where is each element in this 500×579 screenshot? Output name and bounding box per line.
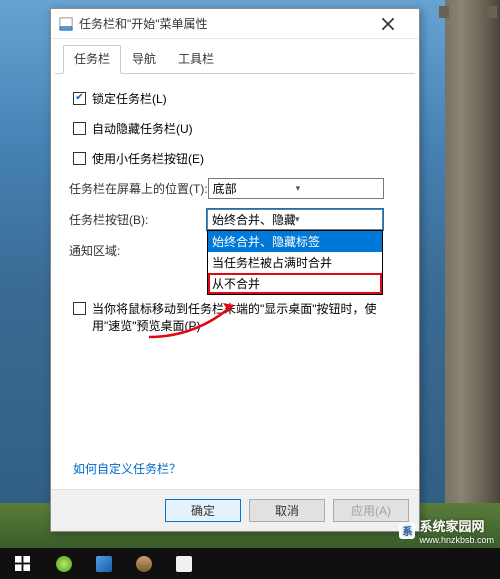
app-icon: [136, 556, 152, 572]
windows-logo-icon: [15, 556, 30, 571]
chevron-down-icon: ▾: [295, 214, 378, 225]
taskbar-buttons-dropdown: 始终合并、隐藏标签 当任务栏被占满时合并 从不合并: [207, 230, 383, 295]
customize-taskbar-link[interactable]: 如何自定义任务栏？: [73, 462, 181, 476]
checkbox-label: 自动隐藏任务栏(U): [92, 120, 193, 137]
taskbar-position-select[interactable]: 底部 ▾: [208, 178, 384, 199]
checkbox-box: [73, 152, 86, 165]
tab-taskbar[interactable]: 任务栏: [63, 45, 121, 74]
small-buttons-checkbox[interactable]: 使用小任务栏按钮(E): [73, 150, 204, 167]
dialog-button-row: 确定 取消 应用(A): [51, 489, 419, 531]
tab-content: ✔ 锁定任务栏(L) 自动隐藏任务栏(U) 使用小任务栏按钮(E) 任务栏在屏幕…: [51, 74, 419, 489]
tab-navigation[interactable]: 导航: [121, 45, 167, 73]
app-icon: [176, 556, 192, 572]
watermark-url: www.hnzkbsb.com: [419, 535, 494, 545]
checkbox-box: ✔: [73, 92, 86, 105]
lock-taskbar-checkbox[interactable]: ✔ 锁定任务栏(L): [73, 90, 167, 107]
tab-strip: 任务栏 导航 工具栏: [55, 39, 415, 74]
checkbox-label: 使用小任务栏按钮(E): [92, 150, 204, 167]
wallpaper-tower: [445, 0, 500, 548]
watermark: 系 系统家园网 www.hnzkbsb.com: [399, 516, 494, 545]
watermark-text: 系统家园网 www.hnzkbsb.com: [419, 516, 494, 545]
start-button[interactable]: [0, 548, 44, 579]
checkbox-box: [73, 302, 86, 315]
taskbar-app-2[interactable]: [84, 548, 124, 579]
notification-area-label: 通知区域:: [69, 242, 207, 259]
checkbox-box: [73, 122, 86, 135]
taskbar-properties-dialog: 任务栏和"开始"菜单属性 任务栏 导航 工具栏 ✔ 锁定任务栏(L) 自动隐藏任…: [50, 8, 420, 532]
cancel-button[interactable]: 取消: [249, 499, 325, 522]
titlebar[interactable]: 任务栏和"开始"菜单属性: [51, 9, 419, 39]
title-icon: [59, 17, 73, 31]
tab-toolbars[interactable]: 工具栏: [167, 45, 225, 73]
app-icon: [96, 556, 112, 572]
checkbox-label: 当你将鼠标移动到任务栏末端的"显示桌面"按钮时，使用"速览"预览桌面(P): [92, 300, 392, 334]
select-value: 始终合并、隐藏标签: [212, 211, 295, 228]
checkbox-label: 锁定任务栏(L): [92, 90, 167, 107]
autohide-taskbar-checkbox[interactable]: 自动隐藏任务栏(U): [73, 120, 193, 137]
dropdown-option-combine-when-full[interactable]: 当任务栏被占满时合并: [208, 252, 382, 273]
dropdown-option-always-combine[interactable]: 始终合并、隐藏标签: [208, 231, 382, 252]
taskbar-app-3[interactable]: [124, 548, 164, 579]
select-value: 底部: [213, 180, 296, 197]
taskbar-buttons-select[interactable]: 始终合并、隐藏标签 ▾ 始终合并、隐藏标签 当任务栏被占满时合并 从不合并: [207, 209, 383, 230]
watermark-brand: 系统家园网: [419, 516, 494, 535]
dropdown-option-never-combine[interactable]: 从不合并: [208, 273, 382, 294]
taskbar-app-4[interactable]: [164, 548, 204, 579]
apply-button: 应用(A): [333, 499, 409, 522]
desktop-background: 任务栏和"开始"菜单属性 任务栏 导航 工具栏 ✔ 锁定任务栏(L) 自动隐藏任…: [0, 0, 500, 579]
watermark-logo: 系: [399, 523, 415, 539]
close-icon: [381, 17, 395, 31]
close-button[interactable]: [371, 10, 411, 38]
chevron-down-icon: ▾: [296, 183, 379, 194]
taskbar-buttons-label: 任务栏按钮(B):: [69, 211, 207, 228]
taskbar-app-1[interactable]: [44, 548, 84, 579]
position-label: 任务栏在屏幕上的位置(T):: [69, 180, 208, 197]
ok-button[interactable]: 确定: [165, 499, 241, 522]
windows-taskbar[interactable]: [0, 548, 500, 579]
window-title: 任务栏和"开始"菜单属性: [79, 15, 371, 32]
app-icon: [56, 556, 72, 572]
peek-desktop-checkbox[interactable]: 当你将鼠标移动到任务栏末端的"显示桌面"按钮时，使用"速览"预览桌面(P): [73, 300, 392, 334]
